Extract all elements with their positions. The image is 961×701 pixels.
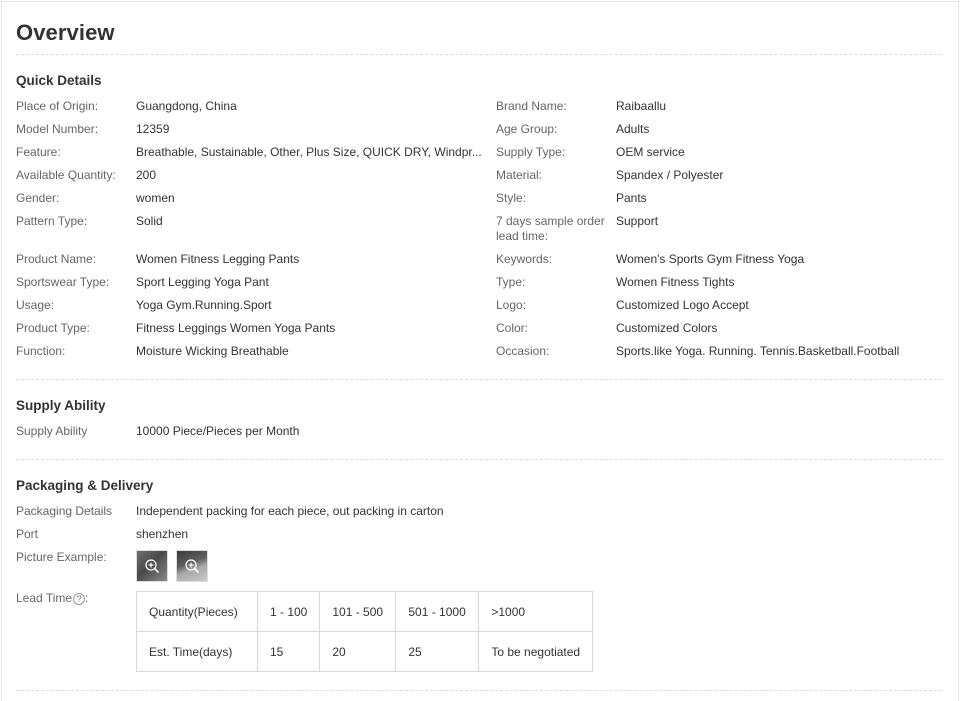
page-title: Overview [16, 20, 115, 45]
detail-label: Logo: [496, 298, 527, 312]
detail-label: Place of Origin: [16, 99, 99, 113]
detail-label: Material: [496, 168, 543, 182]
detail-label: Type: [496, 275, 526, 289]
supply-ability-heading: Supply Ability [16, 398, 106, 413]
divider [16, 379, 942, 380]
help-icon[interactable]: ? [73, 592, 86, 605]
detail-label: 7 days sample order lead time: [496, 214, 605, 243]
detail-label: Usage: [16, 298, 55, 312]
detail-label: Product Type: [16, 321, 90, 335]
detail-value: Fitness Leggings Women Yoga Pants [136, 321, 336, 335]
detail-label: Keywords: [496, 252, 553, 266]
detail-label: Feature: [16, 145, 61, 159]
lead-time-label: Lead Time [16, 591, 73, 605]
table-cell: 501 - 1000 [395, 591, 480, 632]
quick-details-heading: Quick Details [16, 73, 102, 88]
detail-value: Sports.like Yoga. Running. Tennis.Basket… [616, 344, 900, 358]
detail-value: Pants [616, 191, 647, 205]
divider [16, 459, 942, 460]
lead-time-label-wrap: Lead Time?: [16, 591, 89, 605]
supply-ability-label: Supply Ability [16, 424, 88, 438]
detail-label: Sportswear Type: [16, 275, 110, 289]
detail-value: Moisture Wicking Breathable [136, 344, 289, 358]
lead-time-table: Quantity(Pieces) 1 - 100 101 - 500 501 -… [136, 591, 594, 672]
detail-value: Customized Logo Accept [616, 298, 749, 312]
port-label: Port [16, 527, 39, 541]
detail-value: Support [616, 214, 659, 228]
detail-value: Women's Sports Gym Fitness Yoga [616, 252, 805, 266]
detail-value: Spandex / Polyester [616, 168, 724, 182]
detail-value: Raibaallu [616, 99, 667, 113]
detail-value: 12359 [136, 122, 170, 136]
table-cell: 15 [256, 631, 321, 672]
detail-value: Adults [616, 122, 650, 136]
table-cell: To be negotiated [478, 631, 594, 672]
detail-label: Supply Type: [496, 145, 566, 159]
detail-value: Breathable, Sustainable, Other, Plus Siz… [136, 145, 482, 159]
packaging-heading: Packaging & Delivery [16, 478, 154, 493]
detail-value: Solid [136, 214, 163, 228]
table-cell: 25 [395, 631, 480, 672]
supply-ability-value: 10000 Piece/Pieces per Month [136, 424, 300, 438]
magnifier-plus-icon [185, 559, 200, 574]
divider [16, 690, 942, 691]
table-row: Quantity(Pieces) 1 - 100 101 - 500 501 -… [136, 591, 594, 632]
detail-label: Color: [496, 321, 529, 335]
picture-thumbnail[interactable] [176, 550, 208, 582]
detail-value: Yoga Gym.Running.Sport [136, 298, 272, 312]
detail-label: Function: [16, 344, 66, 358]
detail-value: 200 [136, 168, 157, 182]
table-cell: Quantity(Pieces) [136, 591, 258, 632]
table-cell: 101 - 500 [319, 591, 397, 632]
packaging-details-label: Packaging Details [16, 504, 113, 518]
table-cell: >1000 [478, 591, 594, 632]
divider [16, 54, 942, 55]
picture-thumbnail[interactable] [136, 550, 168, 582]
port-value: shenzhen [136, 527, 189, 541]
table-cell: 1 - 100 [256, 591, 321, 632]
detail-value: Customized Colors [616, 321, 718, 335]
detail-label: Age Group: [496, 122, 558, 136]
detail-label: Available Quantity: [16, 168, 116, 182]
detail-label: Pattern Type: [16, 214, 88, 228]
table-row: Est. Time(days) 15 20 25 To be negotiate… [136, 631, 594, 672]
detail-value: women [136, 191, 175, 205]
magnifier-plus-icon [145, 559, 160, 574]
detail-label: Product Name: [16, 252, 97, 266]
detail-label: Occasion: [496, 344, 550, 358]
picture-example-label: Picture Example: [16, 550, 107, 564]
detail-value: Sport Legging Yoga Pant [136, 275, 269, 289]
detail-value: Women Fitness Tights [616, 275, 735, 289]
detail-label: Style: [496, 191, 527, 205]
table-cell: 20 [319, 631, 397, 672]
packaging-details-value: Independent packing for each piece, out … [136, 504, 444, 518]
detail-label: Model Number: [16, 122, 99, 136]
table-cell: Est. Time(days) [136, 631, 258, 672]
detail-value: Guangdong, China [136, 99, 237, 113]
detail-label: Brand Name: [496, 99, 567, 113]
detail-label: Gender: [16, 191, 60, 205]
detail-value: OEM service [616, 145, 685, 159]
detail-value: Women Fitness Legging Pants [136, 252, 300, 266]
